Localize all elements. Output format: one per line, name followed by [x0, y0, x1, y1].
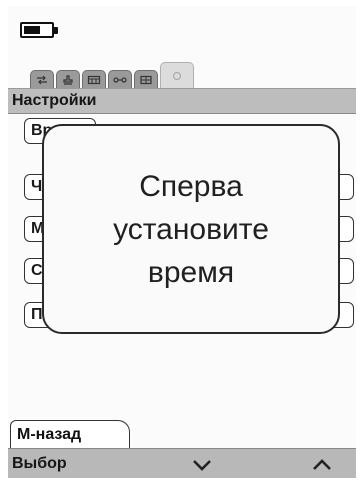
device-screen: Настройки Вр Ча М Со По Сперва установит…	[8, 6, 356, 478]
alert-dialog: Сперва установите время	[42, 124, 340, 334]
select-button[interactable]: Выбор	[12, 455, 67, 473]
page-title: Настройки	[8, 88, 356, 114]
dialog-line-1: Сперва	[139, 169, 243, 203]
tab-strip	[30, 60, 194, 88]
tab-calendar[interactable]	[82, 70, 106, 88]
stamp-icon	[63, 74, 73, 85]
chevron-up-icon[interactable]	[310, 458, 334, 472]
back-button[interactable]: М-назад	[10, 420, 130, 448]
settings-circle-icon	[172, 71, 182, 80]
dialog-line-3: время	[147, 255, 235, 289]
tab-link[interactable]	[108, 70, 132, 88]
calendar-icon	[87, 75, 101, 84]
tab-grid[interactable]	[134, 70, 158, 88]
grid-icon	[140, 75, 152, 84]
tab-arrows[interactable]	[30, 70, 54, 88]
link-icon	[113, 76, 127, 83]
softkey-bar: Выбор	[8, 448, 356, 478]
chevron-down-icon[interactable]	[190, 458, 214, 472]
dialog-message: Сперва установите время	[113, 165, 269, 294]
tab-settings[interactable]	[160, 62, 194, 88]
tab-stamp[interactable]	[56, 70, 80, 88]
dialog-line-2: установите	[113, 212, 269, 246]
battery-icon	[20, 22, 58, 38]
arrows-icon	[37, 75, 47, 84]
